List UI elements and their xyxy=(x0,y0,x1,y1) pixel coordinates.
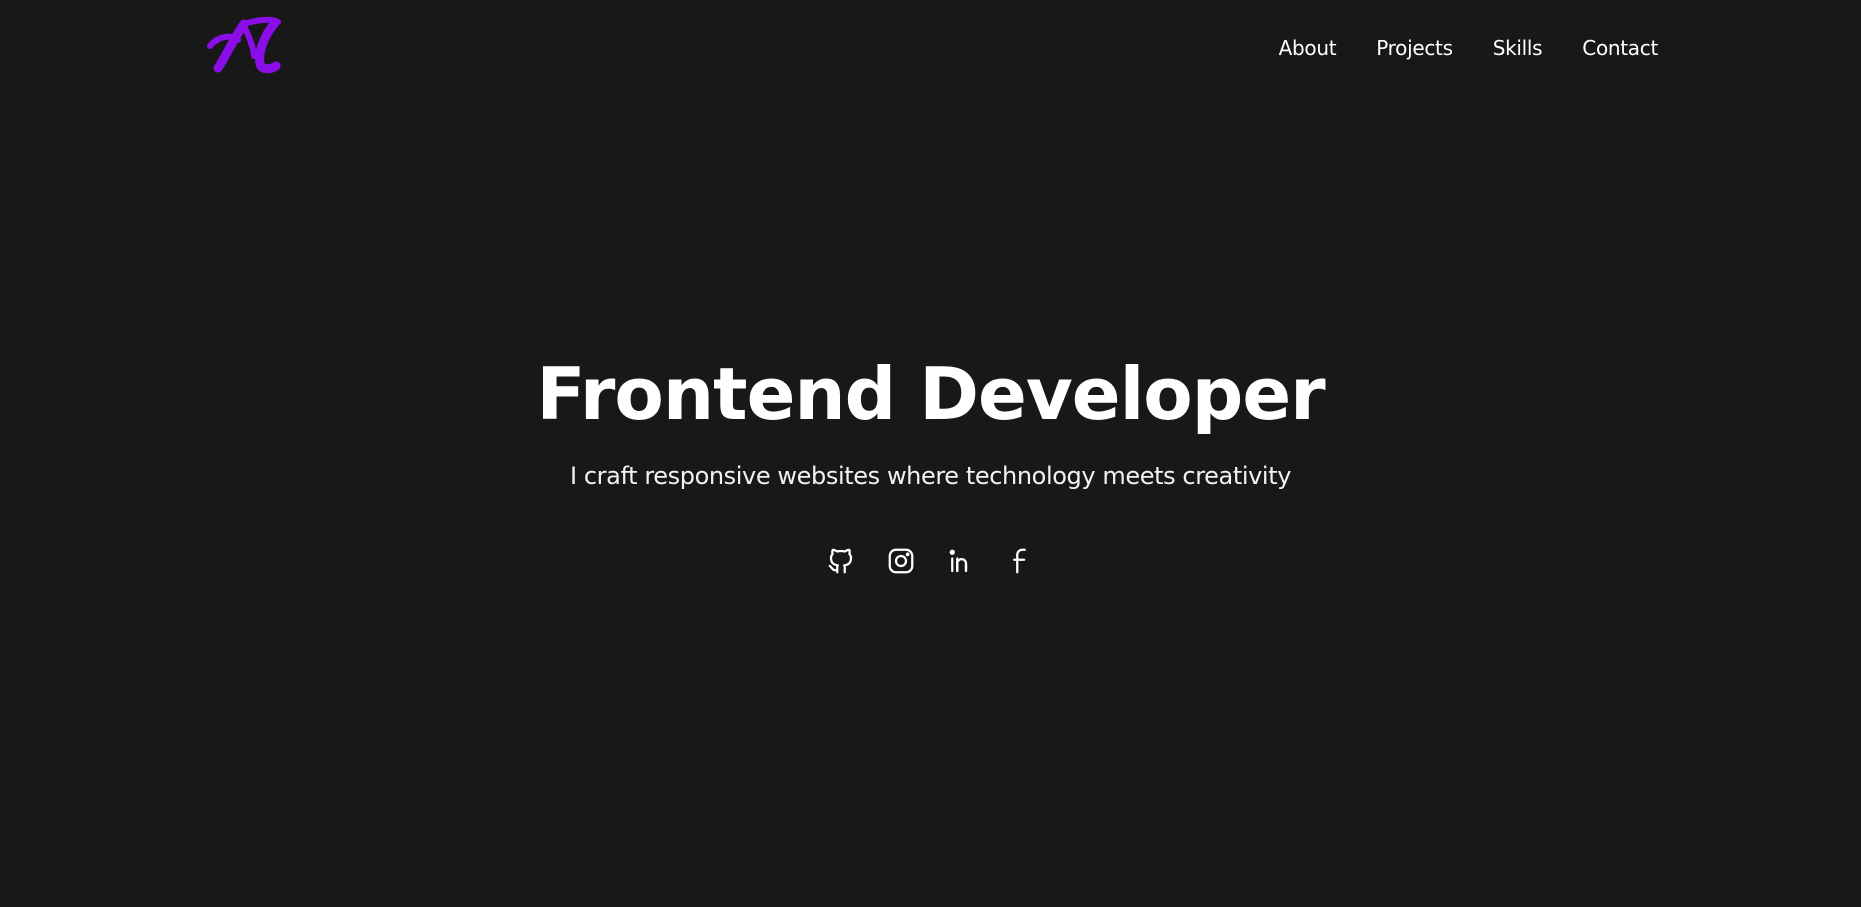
github-icon xyxy=(828,548,852,574)
github-link[interactable] xyxy=(825,545,857,577)
nav-link-about[interactable]: About xyxy=(1279,34,1337,62)
facebook-link[interactable] xyxy=(1005,545,1037,577)
linkedin-link[interactable] xyxy=(945,545,977,577)
social-links xyxy=(0,545,1861,577)
main-nav: About Projects Skills Contact xyxy=(1279,34,1659,62)
linkedin-icon xyxy=(949,549,967,573)
hero-section: Frontend Developer I craft responsive we… xyxy=(0,346,1861,492)
hero-title: Frontend Developer xyxy=(536,352,1325,436)
hero-subtitle: I craft responsive websites where techno… xyxy=(569,462,1292,490)
nav-link-skills[interactable]: Skills xyxy=(1493,34,1543,62)
logo-icon xyxy=(207,16,281,74)
logo-link[interactable] xyxy=(204,16,282,74)
nav-link-projects[interactable]: Projects xyxy=(1376,34,1453,62)
instagram-link[interactable] xyxy=(885,545,917,577)
nav-link-contact[interactable]: Contact xyxy=(1582,34,1658,62)
facebook-icon xyxy=(1012,548,1026,574)
instagram-icon xyxy=(888,548,913,574)
